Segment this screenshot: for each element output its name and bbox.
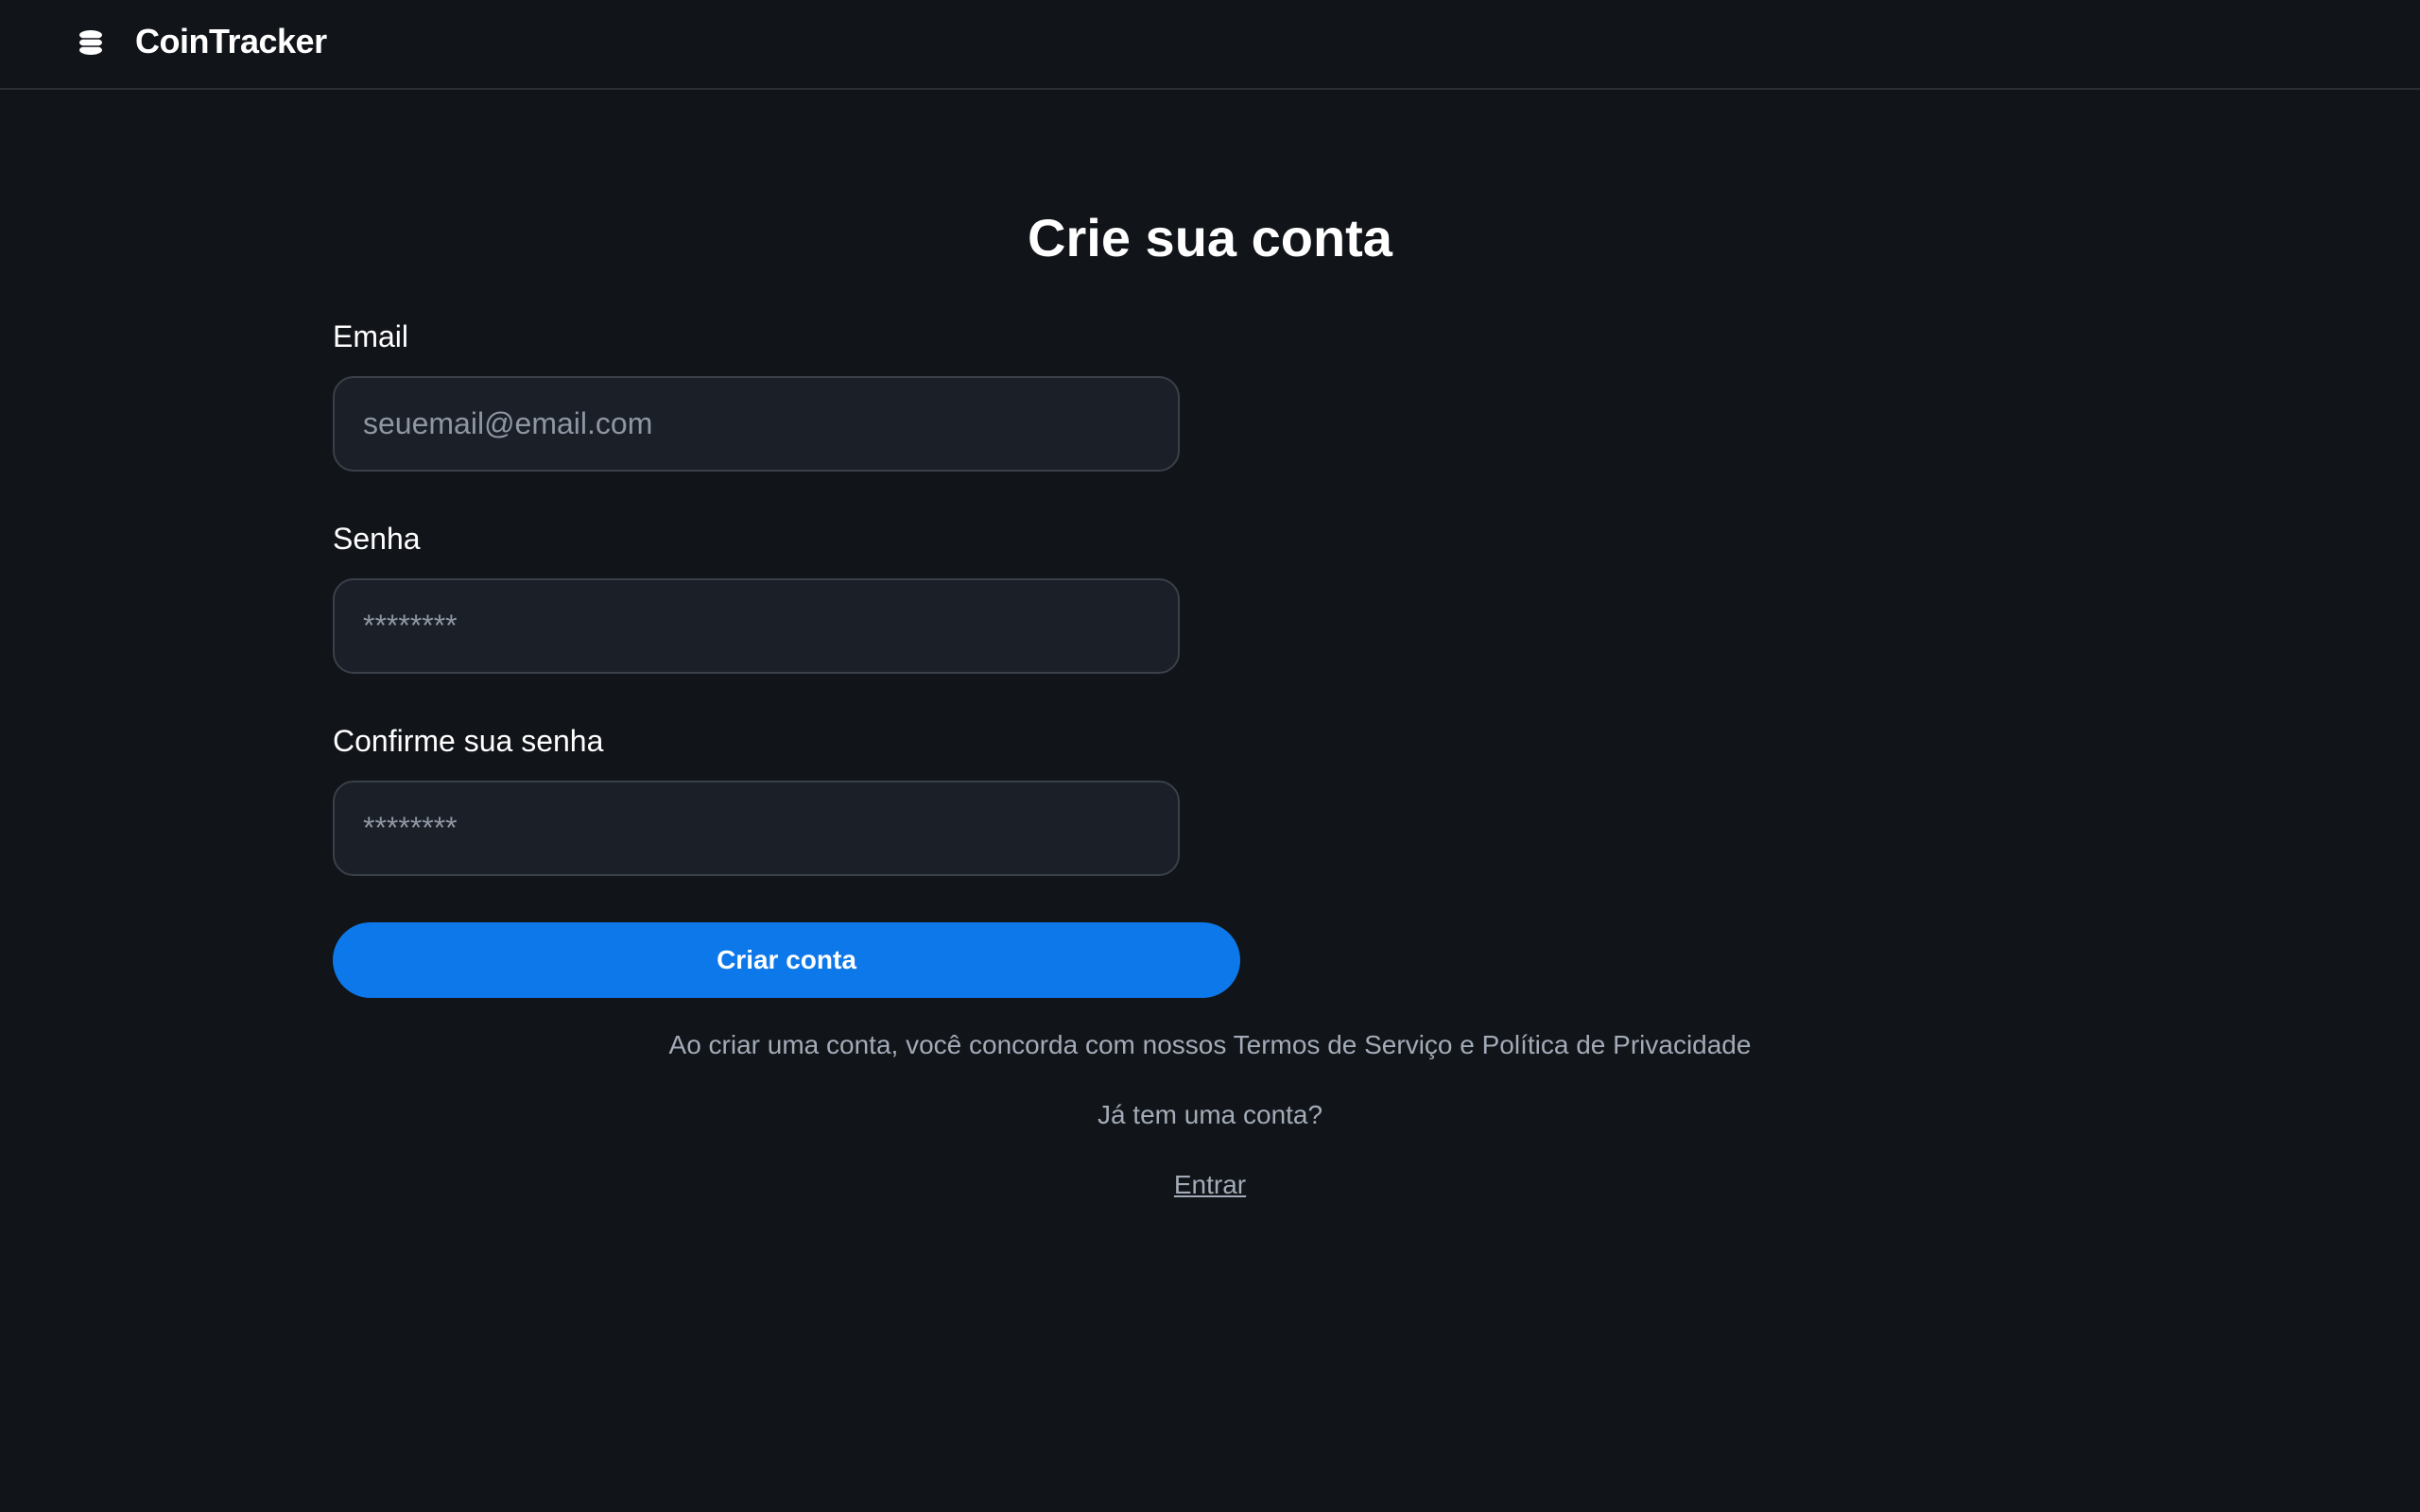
page-title: Crie sua conta — [1028, 208, 1392, 267]
confirm-password-input[interactable] — [333, 781, 1180, 876]
have-account-text: Já tem uma conta? — [1097, 1100, 1323, 1129]
email-input[interactable] — [333, 376, 1180, 472]
coin-stack-icon[interactable] — [78, 29, 104, 56]
login-link[interactable]: Entrar — [1174, 1170, 1246, 1199]
create-account-button[interactable]: Criar conta — [333, 922, 1240, 998]
login-link-wrapper: Entrar — [0, 1168, 2420, 1202]
brand-name[interactable]: CoinTracker — [135, 21, 327, 62]
password-input[interactable] — [333, 578, 1180, 674]
top-header: CoinTracker — [0, 0, 2420, 90]
confirm-password-label: Confirme sua senha — [333, 724, 604, 758]
password-label: Senha — [333, 522, 421, 556]
terms-notice: Ao criar uma conta, você concorda com no… — [668, 1030, 1752, 1059]
email-label: Email — [333, 319, 409, 353]
